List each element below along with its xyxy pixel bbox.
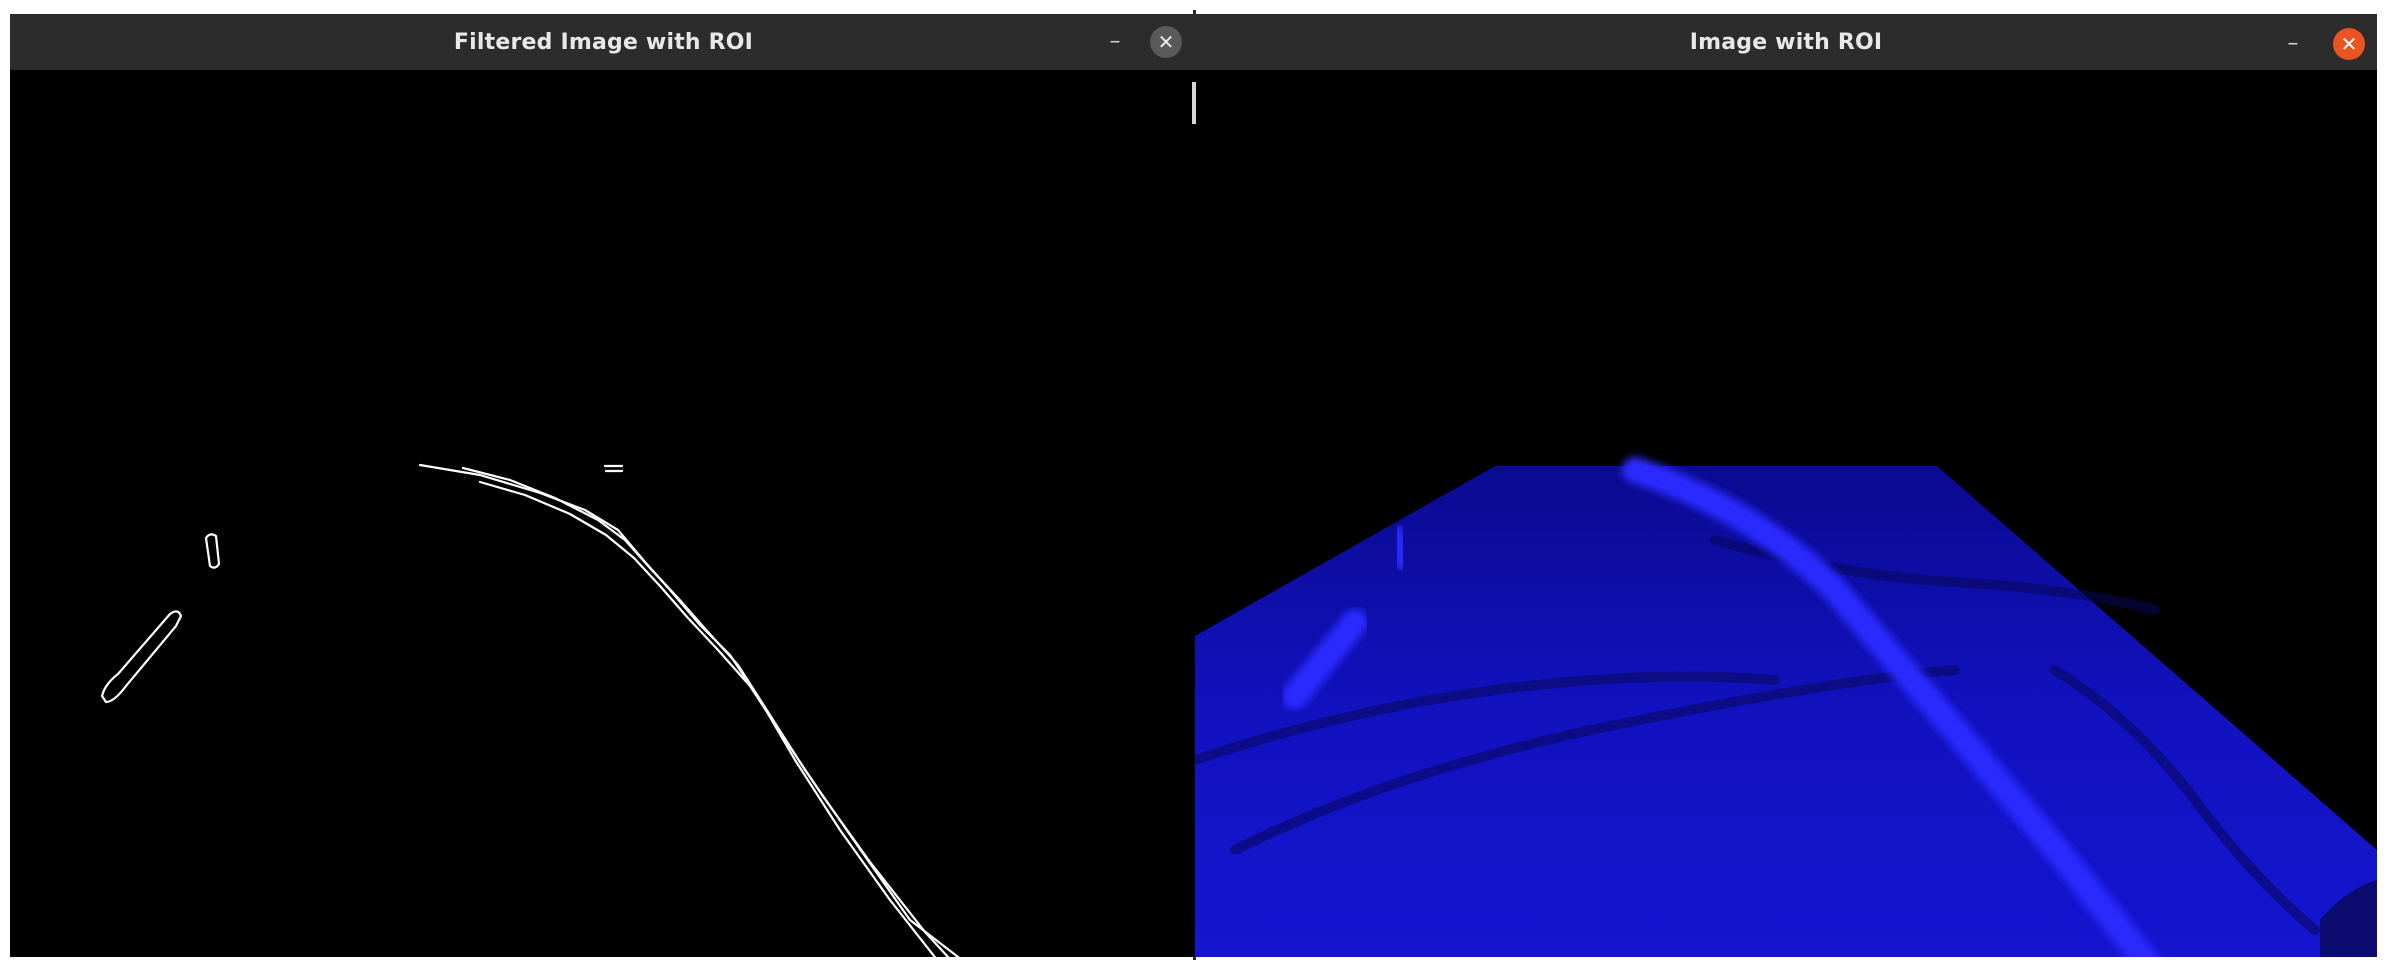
minimize-icon[interactable]: – xyxy=(1101,28,1129,56)
roi-masked-image xyxy=(1195,70,2377,957)
roi-image-canvas xyxy=(1195,70,2377,957)
roi-window-title: Image with ROI xyxy=(1689,29,1883,55)
close-icon[interactable]: ✕ xyxy=(1150,26,1182,58)
filtered-image-window[interactable]: Filtered Image with ROI – ✕ xyxy=(10,14,1197,957)
pole-highlight-small xyxy=(1391,525,1409,571)
filtered-window-title: Filtered Image with ROI xyxy=(453,29,754,55)
minimize-icon[interactable]: – xyxy=(2279,30,2307,58)
roi-window-titlebar[interactable]: Image with ROI – ✕ xyxy=(1195,14,2377,70)
window-edge-sliver xyxy=(1192,82,1196,124)
edge-detection-image xyxy=(10,70,1197,957)
filtered-image-canvas xyxy=(10,70,1197,957)
close-icon[interactable]: ✕ xyxy=(2333,28,2365,60)
filtered-window-titlebar[interactable]: Filtered Image with ROI – ✕ xyxy=(10,14,1197,70)
roi-image-window[interactable]: Image with ROI – ✕ xyxy=(1195,14,2377,957)
